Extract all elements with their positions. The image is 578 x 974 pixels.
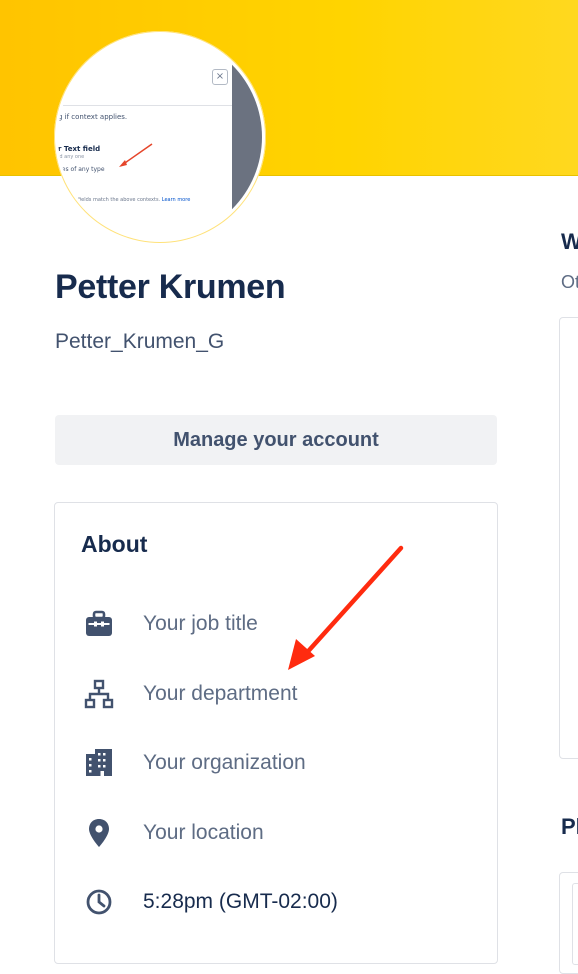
avatar-image-arrow bbox=[119, 143, 153, 167]
local-time-label: 5:28pm (GMT-02:00) bbox=[143, 890, 338, 913]
profile-username: Petter_Krumen_G bbox=[55, 330, 225, 353]
avatar-image-line: ld any one bbox=[58, 154, 85, 160]
profile-name: Petter Krumen bbox=[55, 268, 286, 306]
right-section-card bbox=[559, 317, 578, 759]
avatar-image-line: g if context applies. bbox=[58, 113, 128, 121]
job-title-label: Your job title bbox=[143, 612, 258, 635]
avatar-image-footer: fields match the above contexts. Learn m… bbox=[78, 197, 191, 203]
about-title: About bbox=[81, 531, 148, 557]
about-item-department[interactable]: Your department bbox=[81, 674, 298, 714]
close-icon: × bbox=[212, 69, 228, 85]
right-section-heading-2: Pl bbox=[561, 814, 578, 839]
manage-account-button[interactable]: Manage your account bbox=[55, 415, 497, 465]
department-label: Your department bbox=[143, 682, 298, 705]
about-item-local-time: 5:28pm (GMT-02:00) bbox=[81, 882, 338, 922]
right-section-subtext: Ot bbox=[561, 272, 578, 292]
about-item-location[interactable]: Your location bbox=[81, 813, 264, 853]
building-icon bbox=[81, 745, 117, 781]
about-item-job-title[interactable]: Your job title bbox=[81, 604, 258, 644]
organization-label: Your organization bbox=[143, 751, 306, 774]
avatar-image-line: r Text field bbox=[58, 145, 101, 153]
right-section-card-2 bbox=[559, 872, 578, 974]
avatar-image-sidebar bbox=[232, 35, 262, 239]
clock-icon bbox=[81, 884, 117, 920]
about-card: About Your job title Your department You… bbox=[54, 502, 498, 964]
avatar-image-divider bbox=[58, 105, 232, 106]
about-item-organization[interactable]: Your organization bbox=[81, 743, 306, 783]
location-pin-icon bbox=[81, 815, 117, 851]
right-section-heading: W bbox=[561, 229, 578, 254]
location-label: Your location bbox=[143, 821, 264, 844]
avatar[interactable]: × g if context applies. r Text field ld … bbox=[54, 31, 266, 243]
avatar-image-line: ues of any type bbox=[58, 166, 105, 173]
briefcase-icon bbox=[81, 606, 117, 642]
department-icon bbox=[81, 676, 117, 712]
avatar-image: × g if context applies. r Text field ld … bbox=[58, 35, 262, 239]
